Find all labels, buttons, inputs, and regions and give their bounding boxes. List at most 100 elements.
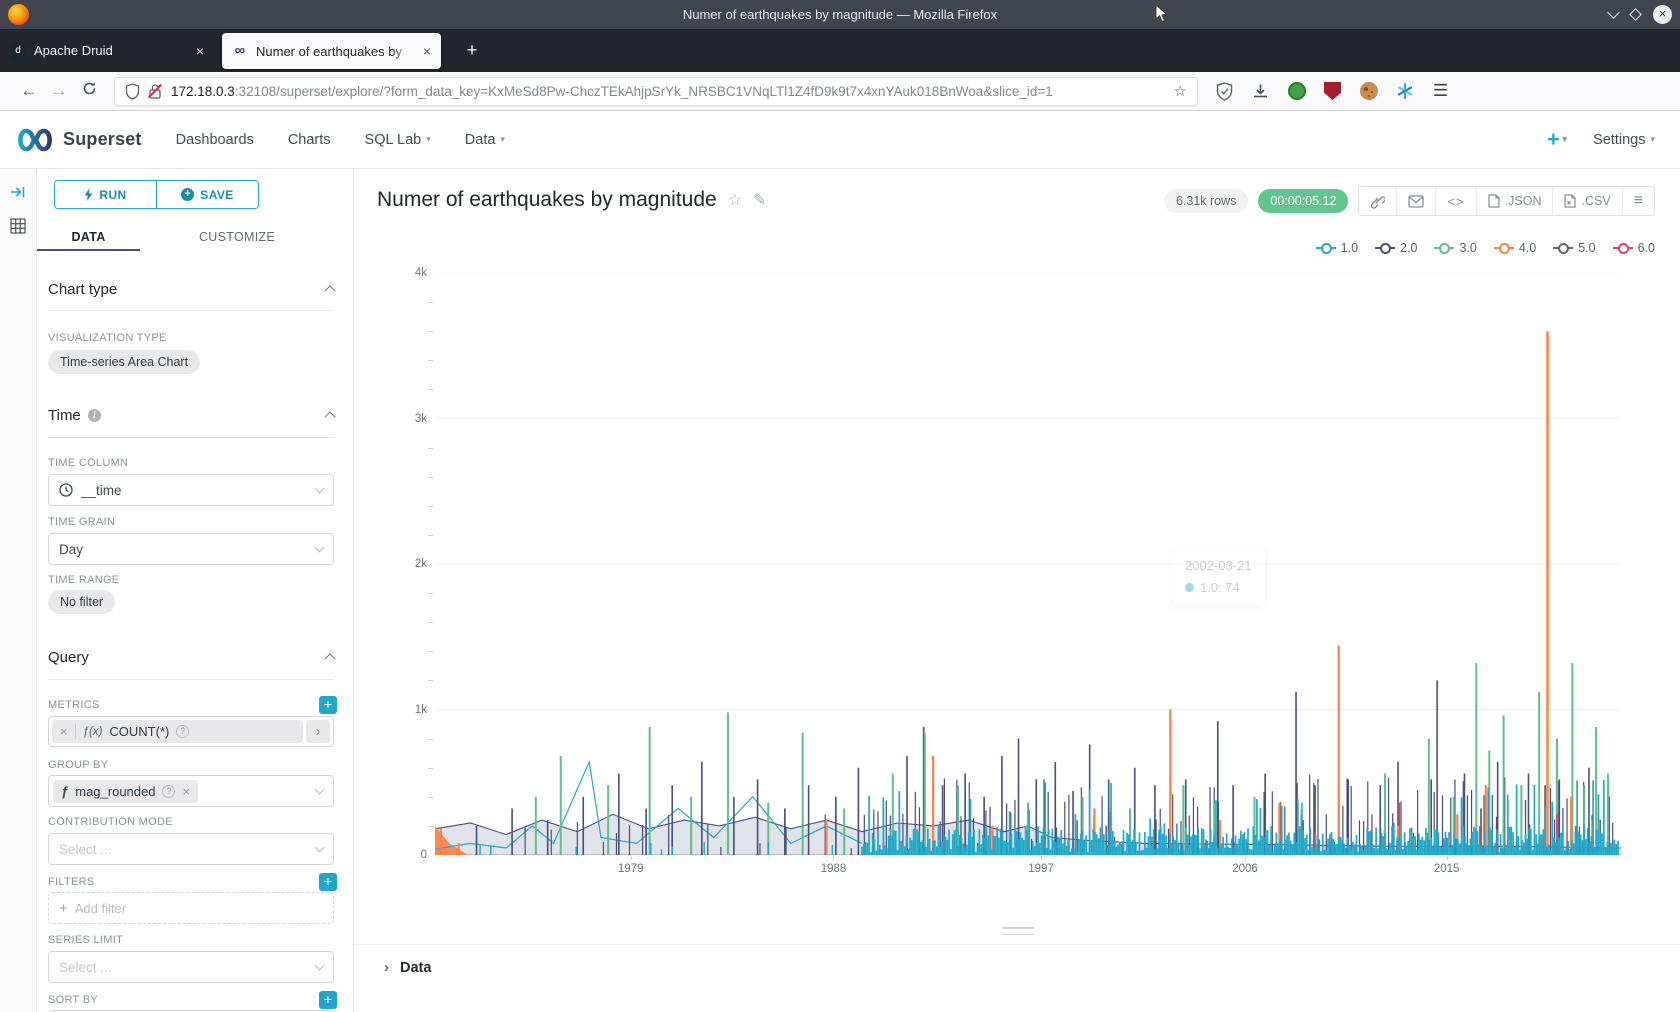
results-panel-header[interactable]: › Data: [354, 945, 1680, 976]
x-axis-tick: [631, 856, 632, 860]
window-maximize-icon[interactable]: [1629, 8, 1642, 21]
browser-tab-druid[interactable]: d Apache Druid ×: [0, 29, 214, 72]
chart-menu-button[interactable]: ≡: [1622, 187, 1654, 215]
time-range-label: TIME RANGE: [48, 573, 334, 586]
download-icon[interactable]: [1250, 81, 1271, 102]
insecure-lock-icon[interactable]: [148, 83, 162, 99]
section-query[interactable]: Query: [48, 646, 334, 668]
y-axis-minor-tick: [428, 622, 433, 623]
metric-name: COUNT(*): [109, 724, 169, 739]
remove-groupby-icon[interactable]: ×: [182, 784, 190, 799]
forward-button[interactable]: →: [44, 81, 74, 101]
new-tab-button[interactable]: +: [458, 37, 486, 65]
nav-item-charts[interactable]: Charts: [288, 132, 331, 148]
container-asterisk-icon[interactable]: [1394, 81, 1415, 102]
remove-metric-icon[interactable]: ×: [60, 724, 68, 739]
back-button[interactable]: ←: [14, 81, 44, 101]
section-time[interactable]: Timei: [48, 404, 334, 426]
series-limit-select[interactable]: Select ...: [48, 951, 334, 983]
edit-title-icon[interactable]: ✎: [753, 190, 766, 210]
window-titlebar: Numer of earthquakes by magnitude — Mozi…: [0, 0, 1680, 29]
divider: [75, 724, 76, 739]
tooltip-value: 1.0: 74: [1200, 580, 1240, 595]
chevron-down-icon: [315, 961, 325, 971]
legend-item-6.0[interactable]: 6.0: [1613, 241, 1655, 255]
panel-resize-handle[interactable]: [1002, 927, 1034, 935]
bookmark-star-icon[interactable]: ☆: [1174, 82, 1187, 100]
time-range-pill[interactable]: No filter: [48, 590, 115, 614]
add-sort-button[interactable]: +: [319, 991, 337, 1009]
copy-link-button[interactable]: [1359, 187, 1396, 215]
add-metric-button[interactable]: +: [319, 696, 337, 714]
run-button[interactable]: RUN: [55, 181, 156, 208]
embed-code-button[interactable]: <>: [1435, 187, 1475, 215]
tab-close-icon[interactable]: ×: [423, 43, 431, 59]
legend-marker-icon: [1494, 243, 1514, 253]
fx-icon: ƒ: [61, 784, 68, 799]
metric-expand-icon[interactable]: ›: [306, 720, 330, 743]
expand-datasource-panel-icon[interactable]: [7, 181, 29, 203]
superset-brand[interactable]: Superset: [14, 126, 142, 154]
y-axis-label: 2k: [384, 558, 427, 570]
export-csv-button[interactable]: .CSV: [1552, 187, 1621, 215]
info-icon: i: [88, 409, 101, 422]
email-button[interactable]: [1396, 187, 1435, 215]
y-axis-label: 3k: [384, 413, 427, 425]
nav-item-dashboards[interactable]: Dashboards: [176, 132, 254, 148]
chevron-down-icon: [315, 843, 325, 853]
settings-menu[interactable]: Settings▾: [1593, 132, 1655, 148]
contribution-mode-select[interactable]: Select ...: [48, 833, 334, 865]
nav-item-sql-lab[interactable]: SQL Lab▾: [365, 132, 431, 148]
browser-toolbar: ← → 172.18.0.3:32108/superset/explore/?f…: [0, 72, 1680, 111]
y-axis-minor-tick: [428, 331, 433, 332]
metrics-label: METRICS: [48, 699, 100, 712]
reload-button[interactable]: [74, 81, 104, 101]
ublock-icon[interactable]: [1322, 81, 1343, 102]
filters-label: FILTERS: [48, 876, 95, 889]
window-minimize-icon[interactable]: [1607, 6, 1620, 19]
x-axis-tick: [1245, 856, 1246, 860]
favorite-star-icon[interactable]: ☆: [728, 190, 742, 210]
export-json-button[interactable]: .JSON: [1476, 187, 1553, 215]
x-axis-label: 1979: [609, 863, 653, 875]
window-close-icon[interactable]: ×: [1653, 5, 1672, 24]
browser-menu-icon[interactable]: ☰: [1430, 81, 1451, 102]
browser-tab-superset[interactable]: ∞ Numer of earthquakes by ×: [222, 33, 441, 69]
protections-shield-icon[interactable]: [1214, 81, 1235, 102]
application-window: Numer of earthquakes by magnitude — Mozi…: [0, 0, 1680, 1012]
legend-marker-icon: [1375, 243, 1395, 253]
time-column-select[interactable]: __time: [48, 474, 334, 506]
time-grain-select[interactable]: Day: [48, 533, 334, 565]
time-column-label: TIME COLUMN: [48, 456, 334, 469]
divider: [48, 437, 334, 438]
add-filter-dropzone[interactable]: +Add filter: [48, 892, 334, 924]
legend-item-5.0[interactable]: 5.0: [1553, 241, 1595, 255]
save-button[interactable]: + SAVE: [156, 181, 258, 208]
tab-data[interactable]: DATA: [37, 222, 140, 251]
legend-item-2.0[interactable]: 2.0: [1375, 241, 1417, 255]
timeseries-chart-canvas[interactable]: [435, 273, 1621, 855]
privacy-badger-icon[interactable]: [1286, 81, 1307, 102]
superset-navbar: Superset Dashboards Charts SQL Lab▾ Data▾ +…: [0, 111, 1680, 169]
tab-close-icon[interactable]: ×: [196, 43, 204, 59]
metric-item[interactable]: × ƒ(x) COUNT(*) ? ›: [48, 716, 334, 747]
tracking-shield-icon[interactable]: [125, 83, 140, 100]
superset-logo-icon: [14, 126, 56, 154]
add-filter-button[interactable]: +: [319, 873, 337, 891]
section-chart-type[interactable]: Chart type: [48, 278, 334, 300]
url-text[interactable]: 172.18.0.3:32108/superset/explore/?form_…: [171, 84, 1174, 99]
datasource-grid-icon[interactable]: [7, 215, 29, 237]
new-item-button[interactable]: +▾: [1547, 128, 1567, 152]
y-axis-minor-tick: [428, 448, 433, 449]
tab-customize[interactable]: CUSTOMIZE: [140, 222, 334, 251]
cookie-extension-icon[interactable]: [1358, 81, 1379, 102]
url-bar[interactable]: 172.18.0.3:32108/superset/explore/?form_…: [114, 77, 1198, 106]
legend-item-3.0[interactable]: 3.0: [1434, 241, 1476, 255]
viz-type-pill[interactable]: Time-series Area Chart: [48, 350, 200, 374]
groupby-select[interactable]: ƒ mag_rounded ? ×: [48, 775, 334, 807]
groupby-chip[interactable]: ƒ mag_rounded ? ×: [53, 780, 198, 803]
nav-item-data[interactable]: Data▾: [465, 132, 505, 148]
legend-item-1.0[interactable]: 1.0: [1316, 241, 1358, 255]
legend-item-4.0[interactable]: 4.0: [1494, 241, 1536, 255]
superset-favicon-icon: ∞: [232, 43, 248, 59]
